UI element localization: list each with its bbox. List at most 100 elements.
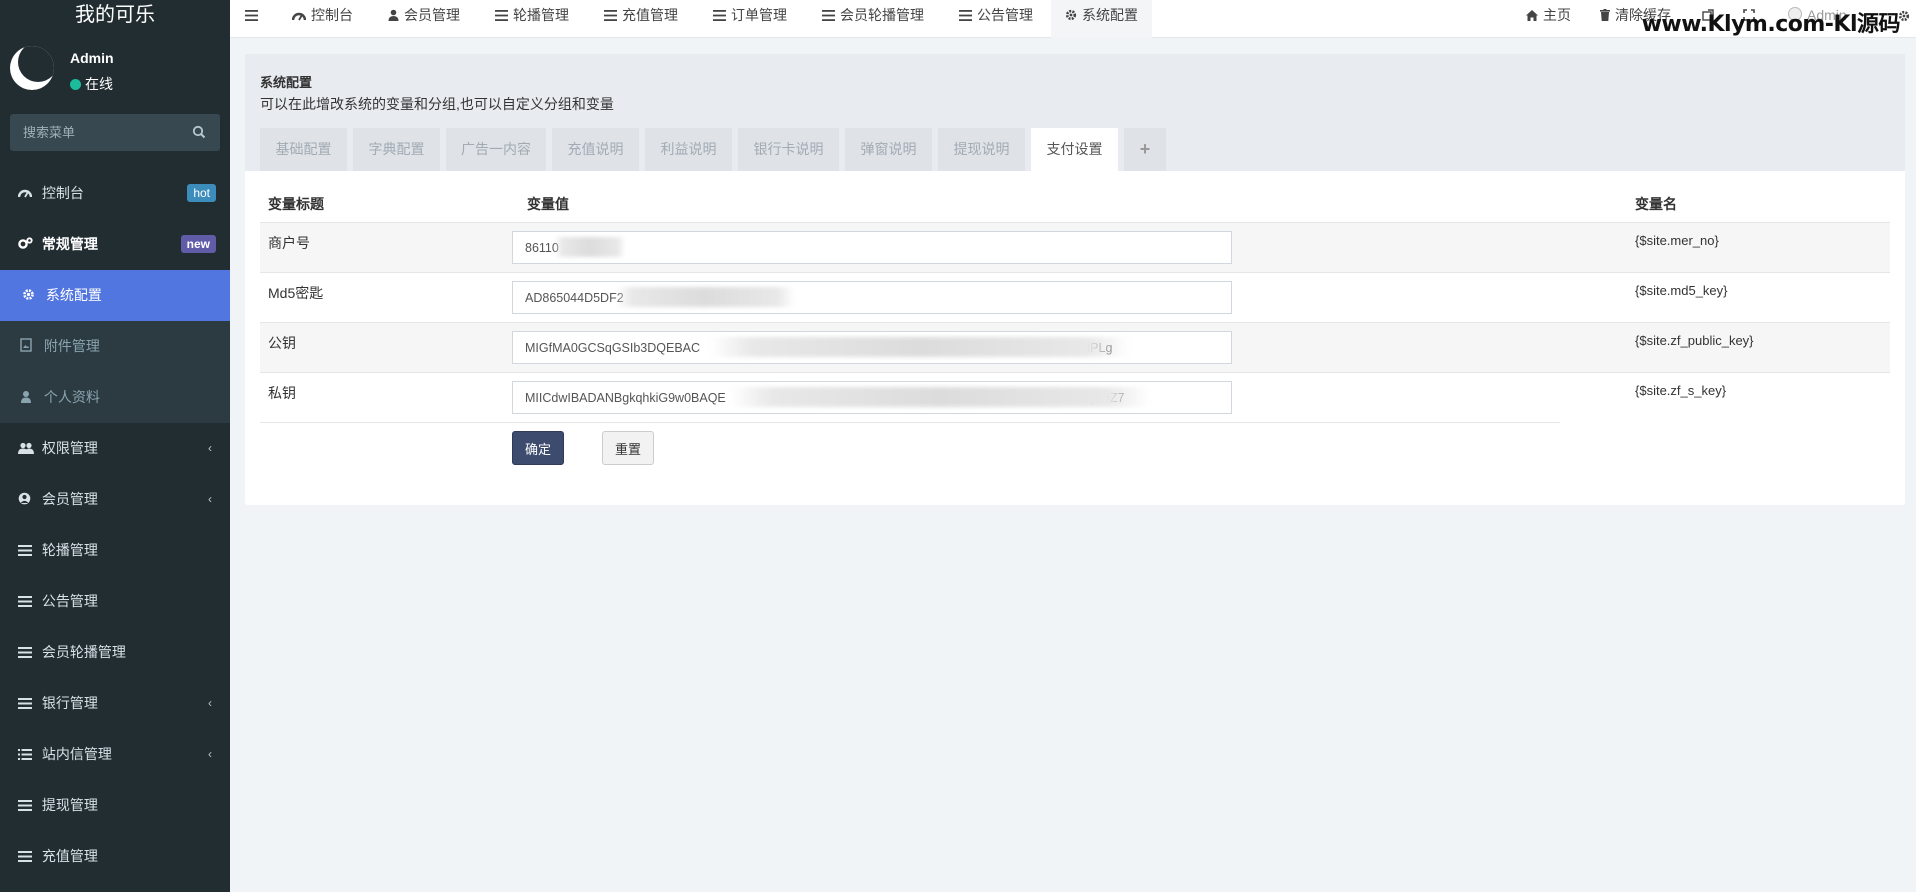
tab-dashboard[interactable]: 控制台 xyxy=(291,0,353,30)
list-icon xyxy=(18,832,34,883)
redaction-blur xyxy=(555,237,625,257)
row-var-name: {$site.zf_s_key} xyxy=(1635,383,1727,398)
sidebar-item-general[interactable]: 常规管理 new xyxy=(0,219,230,270)
sidebar-item-attachments[interactable]: 附件管理 xyxy=(0,321,230,372)
table-row: Md5密匙 {$site.md5_key} xyxy=(260,272,1890,322)
list-icon xyxy=(18,628,34,679)
confirm-button[interactable]: 确定 xyxy=(512,431,564,465)
redaction-blur xyxy=(615,287,795,307)
tab-carousel[interactable]: 轮播管理 xyxy=(495,0,569,30)
sidebar-menu: 控制台 hot 常规管理 new 系统配置 附件管理 个人资料 权限管理 ‹ 会… xyxy=(0,168,230,882)
dashboard-icon xyxy=(17,169,34,220)
list-icon xyxy=(18,526,34,577)
gear-icon[interactable] xyxy=(1898,9,1910,25)
tab-popup-info[interactable]: 弹窗说明 xyxy=(845,128,932,171)
list-icon xyxy=(18,781,34,832)
chevron-left-icon: ‹ xyxy=(208,696,212,710)
hot-badge: hot xyxy=(187,184,216,202)
sidebar-item-carousel[interactable]: 轮播管理 xyxy=(0,525,230,576)
tab-recharge[interactable]: 充值管理 xyxy=(604,0,678,30)
sidebar-item-label: 银行管理 xyxy=(41,695,98,711)
sidebar-item-permissions[interactable]: 权限管理 ‹ xyxy=(0,423,230,474)
users-icon xyxy=(18,424,34,475)
tab-orders[interactable]: 订单管理 xyxy=(713,0,787,30)
home-label: 主页 xyxy=(1543,7,1571,23)
page-description: 可以在此增改系统的变量和分组,也可以自定义分组和变量 xyxy=(260,96,614,112)
sidebar-item-messages[interactable]: 站内信管理 ‹ xyxy=(0,729,230,780)
sidebar-item-label: 个人资料 xyxy=(43,389,100,405)
user-status: 在线 xyxy=(70,74,113,94)
tab-label: 会员管理 xyxy=(404,7,460,23)
tab-dictionary[interactable]: 字典配置 xyxy=(353,128,440,171)
sidebar-item-notices[interactable]: 公告管理 xyxy=(0,576,230,627)
tab-system-config[interactable]: 系统配置 xyxy=(1051,0,1152,38)
menu-search xyxy=(10,114,220,151)
sidebar-toggle[interactable] xyxy=(245,0,263,30)
trash-icon xyxy=(1600,1,1610,31)
sidebar-item-withdrawals[interactable]: 提现管理 xyxy=(0,780,230,831)
config-panel: 系统配置 可以在此增改系统的变量和分组,也可以自定义分组和变量 基础配置 字典配… xyxy=(245,54,1905,505)
tab-ads[interactable]: 广告一内容 xyxy=(446,128,546,171)
sidebar-item-label: 控制台 xyxy=(41,185,84,201)
sidebar-item-system-config[interactable]: 系统配置 xyxy=(0,270,230,321)
sidebar-item-recharge[interactable]: 充值管理 xyxy=(0,831,230,882)
sidebar-item-profile[interactable]: 个人资料 xyxy=(0,372,230,423)
sidebar-item-label: 系统配置 xyxy=(45,287,102,303)
sidebar-item-label: 附件管理 xyxy=(43,338,100,354)
table-divider xyxy=(260,422,1560,423)
header-var-title: 变量标题 xyxy=(268,196,324,212)
tab-withdraw-info[interactable]: 提现说明 xyxy=(938,128,1025,171)
user-panel: Admin 在线 xyxy=(0,30,230,112)
tab-recharge-info[interactable]: 充值说明 xyxy=(552,128,639,171)
tab-profit-info[interactable]: 利益说明 xyxy=(645,128,732,171)
list-icon xyxy=(604,1,617,31)
tab-payment-settings[interactable]: 支付设置 xyxy=(1031,128,1118,171)
tab-label: 会员轮播管理 xyxy=(840,7,924,23)
tab-basic[interactable]: 基础配置 xyxy=(260,128,347,171)
tab-label: 系统配置 xyxy=(1082,7,1138,23)
sidebar: 我的可乐 Admin 在线 控制台 hot 常规管理 new 系统配置 附件管理 xyxy=(0,0,230,892)
sidebar-item-label: 站内信管理 xyxy=(41,746,112,762)
search-input[interactable] xyxy=(10,114,180,151)
avatar xyxy=(10,46,54,90)
home-link[interactable]: 主页 xyxy=(1526,0,1571,30)
table-row: 商户号 {$site.mer_no} xyxy=(260,222,1890,272)
row-label: 商户号 xyxy=(268,235,310,251)
sidebar-item-members[interactable]: 会员管理 ‹ xyxy=(0,474,230,525)
sidebar-item-banks[interactable]: 银行管理 ‹ xyxy=(0,678,230,729)
gear-icon xyxy=(22,271,38,322)
user-circle-icon xyxy=(18,475,34,526)
gear-icon xyxy=(1065,1,1077,31)
reset-button[interactable]: 重置 xyxy=(602,431,654,465)
tab-label: 控制台 xyxy=(311,7,353,23)
row-label: 公钥 xyxy=(268,335,296,351)
table-row: 私钥 {$site.zf_s_key} xyxy=(260,372,1890,422)
sidebar-item-label: 权限管理 xyxy=(41,440,98,456)
tab-notices[interactable]: 公告管理 xyxy=(959,0,1033,30)
tab-bank-card-info[interactable]: 银行卡说明 xyxy=(738,128,839,171)
tab-label: 公告管理 xyxy=(977,7,1033,23)
panel-header: 系统配置 可以在此增改系统的变量和分组,也可以自定义分组和变量 基础配置 字典配… xyxy=(245,54,1905,171)
sidebar-item-label: 轮播管理 xyxy=(41,542,98,558)
sidebar-item-member-carousel[interactable]: 会员轮播管理 xyxy=(0,627,230,678)
tab-member-carousel[interactable]: 会员轮播管理 xyxy=(822,0,924,30)
app-logo[interactable]: 我的可乐 xyxy=(0,0,230,30)
sidebar-item-label: 公告管理 xyxy=(41,593,98,609)
table-row: 公钥 {$site.zf_public_key} xyxy=(260,322,1890,372)
add-tab-button[interactable]: + xyxy=(1124,128,1166,171)
tab-label: 轮播管理 xyxy=(513,7,569,23)
sidebar-item-dashboard[interactable]: 控制台 hot xyxy=(0,168,230,219)
new-badge: new xyxy=(180,235,216,253)
tab-label: 充值管理 xyxy=(622,7,678,23)
list-ul-icon xyxy=(18,730,34,781)
row-var-name: {$site.zf_public_key} xyxy=(1635,333,1754,348)
sidebar-item-label: 充值管理 xyxy=(41,848,98,864)
list-icon xyxy=(713,1,726,31)
cogs-icon xyxy=(18,220,34,271)
list-icon xyxy=(495,1,508,31)
sidebar-item-label: 会员管理 xyxy=(41,491,98,507)
search-icon[interactable] xyxy=(192,125,206,142)
tab-members[interactable]: 会员管理 xyxy=(388,0,460,30)
sidebar-item-label: 提现管理 xyxy=(41,797,98,813)
home-icon xyxy=(1526,1,1538,31)
